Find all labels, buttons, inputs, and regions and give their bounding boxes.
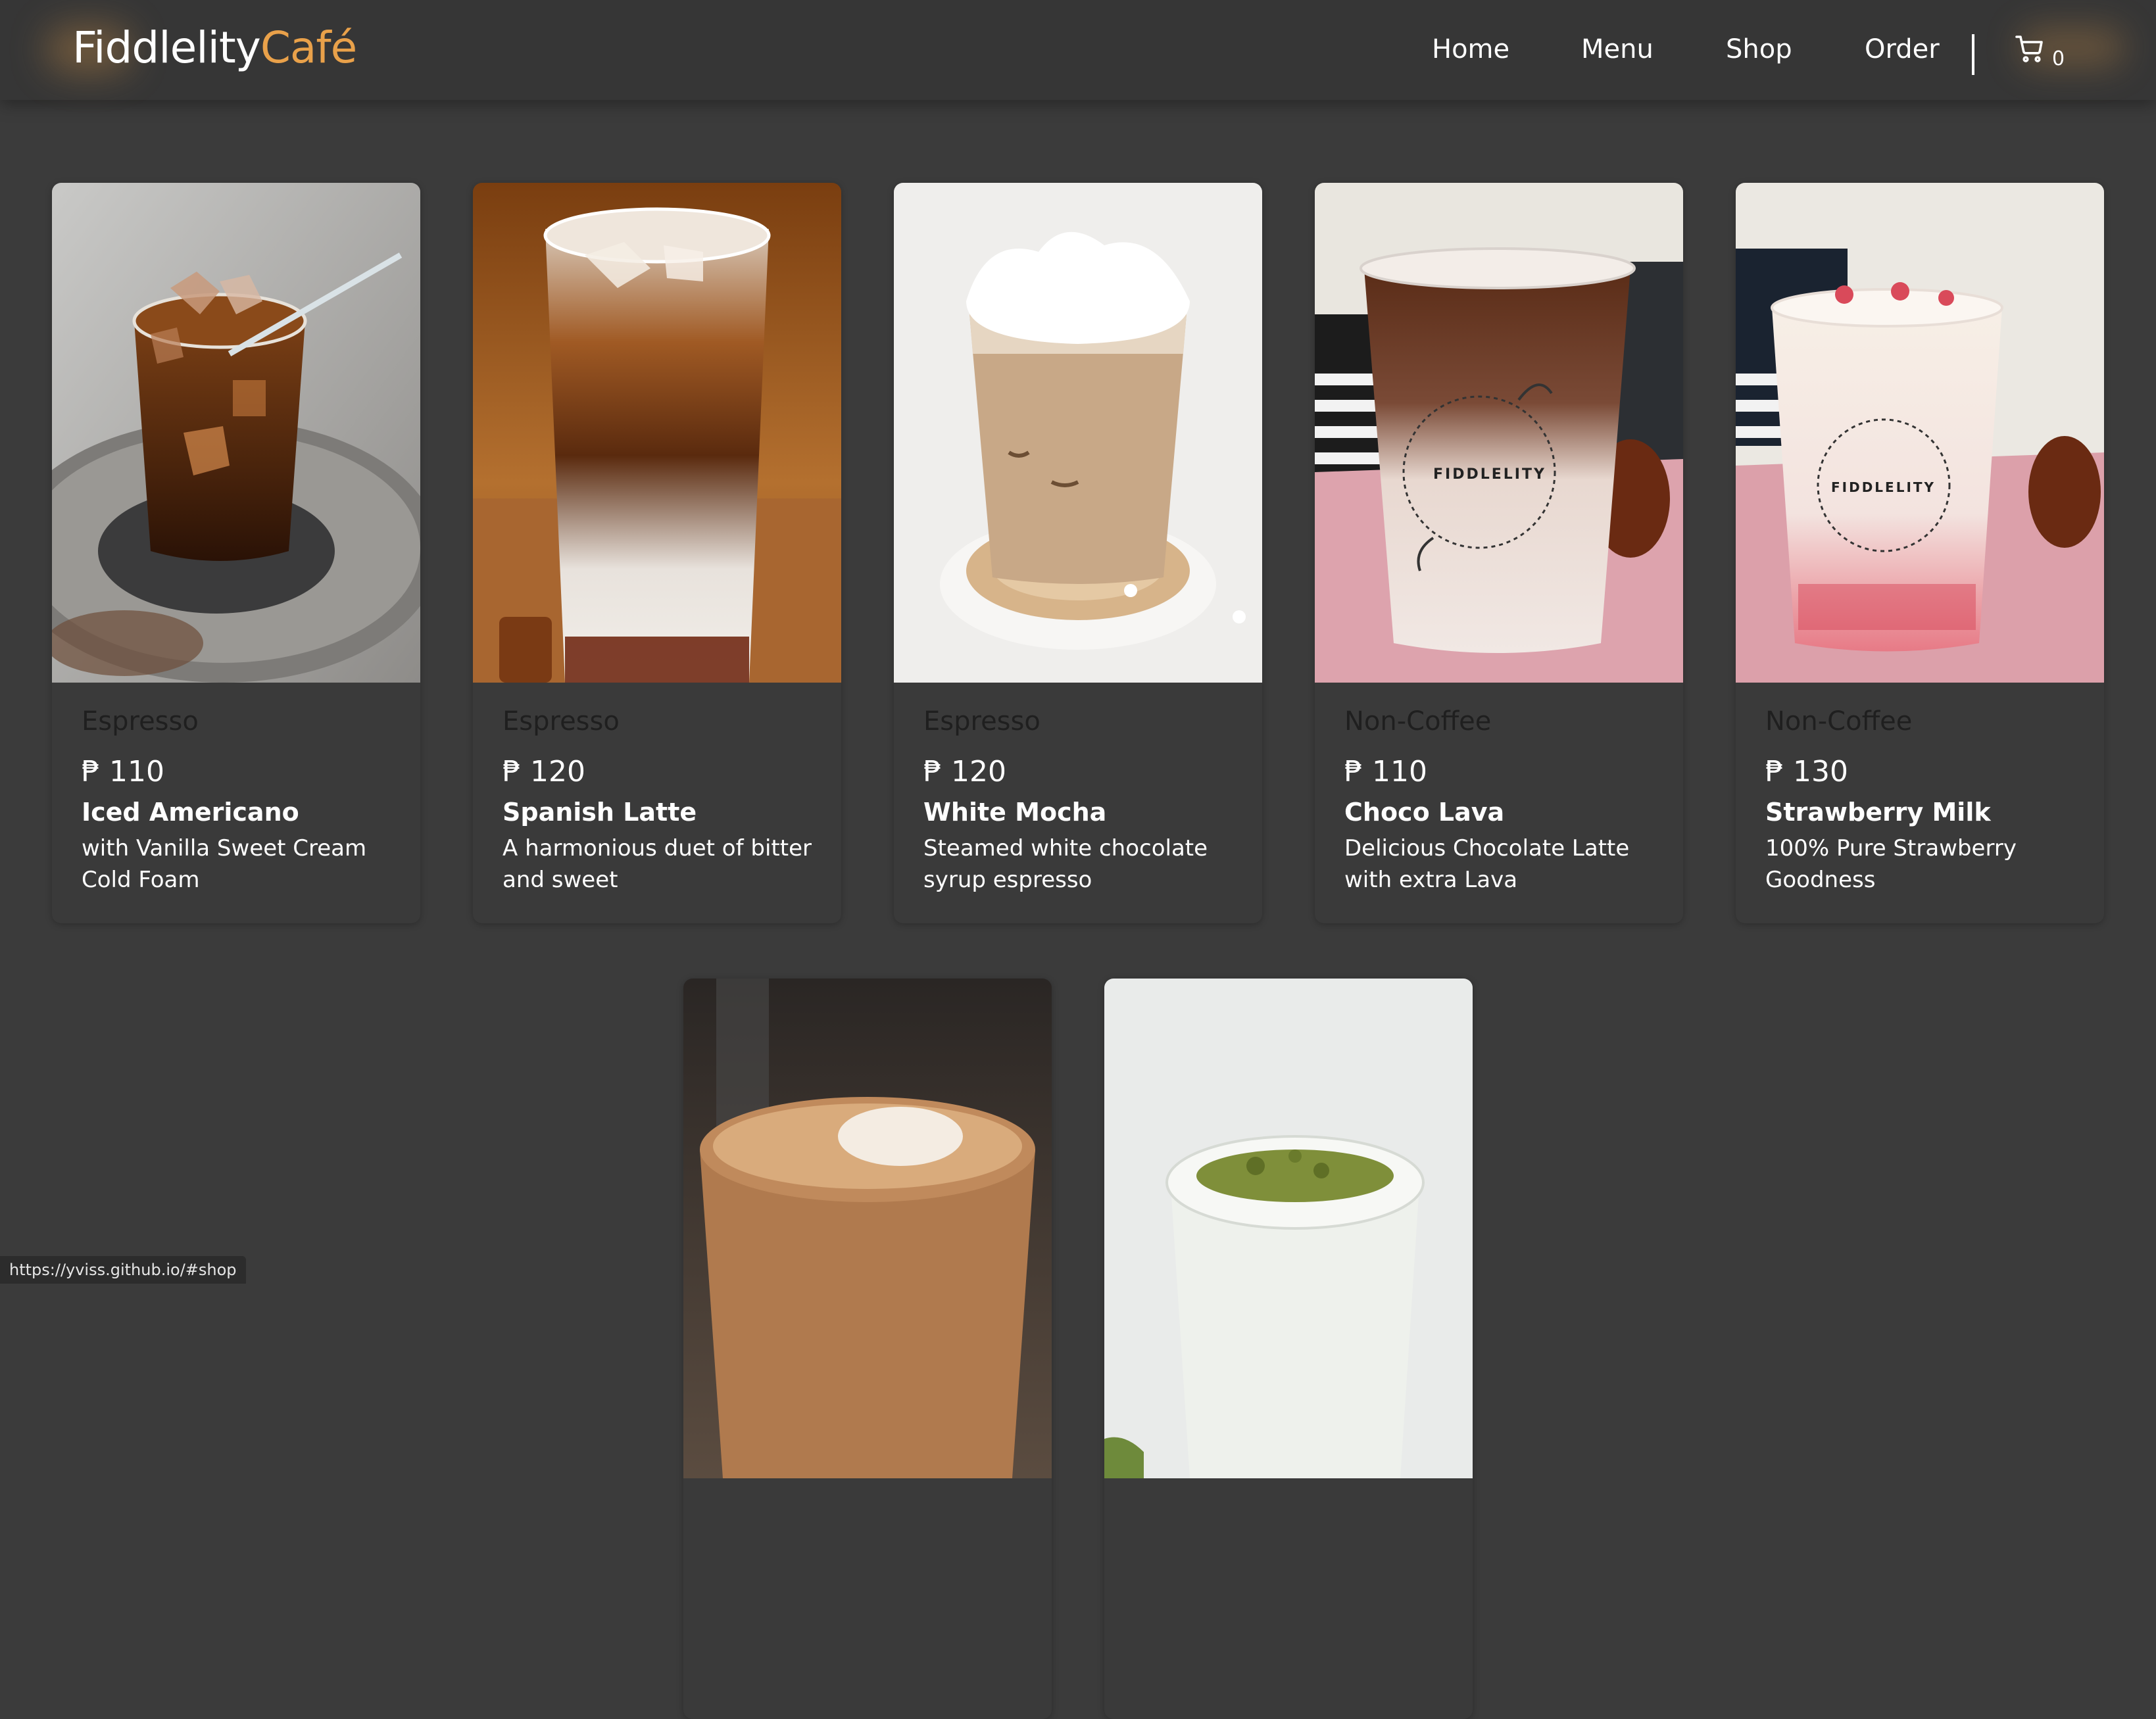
product-description: 100% Pure Strawberry Goodness xyxy=(1765,835,2017,893)
product-description: Steamed white chocolate syrup espresso xyxy=(923,835,1208,893)
cart-count: 0 xyxy=(2052,47,2065,70)
product-info: Espresso ₱ 110 Iced Americano with Vanil… xyxy=(52,683,420,923)
product-info: Espresso ₱ 120 White Mocha Steamed white… xyxy=(894,683,1262,923)
product-price: ₱ 120 xyxy=(502,755,585,788)
product-photo-spanish-latte xyxy=(473,183,841,683)
cup-logo-text: FIDDLELITY xyxy=(1433,466,1546,483)
product-category: Non-Coffee xyxy=(1765,706,1913,737)
product-info: Non-Coffee ₱ 130 Strawberry Milk 100% Pu… xyxy=(1736,683,2104,923)
product-category: Non-Coffee xyxy=(1344,706,1492,737)
nav-divider xyxy=(1972,34,1974,75)
product-info: Espresso ₱ 120 Spanish Latte A harmoniou… xyxy=(473,683,841,923)
product-card-7[interactable] xyxy=(1104,979,1473,1719)
product-price: ₱ 130 xyxy=(1765,755,1848,788)
product-info xyxy=(1104,1478,1473,1719)
product-info: Non-Coffee ₱ 110 Choco Lava Delicious Ch… xyxy=(1315,683,1683,923)
nav-link-shop[interactable]: Shop xyxy=(1726,34,1792,64)
product-photo-latte xyxy=(683,979,1052,1478)
product-category: Espresso xyxy=(923,706,1041,737)
top-navbar: FiddlelityCafé Home Menu Shop Order 0 xyxy=(0,0,2156,100)
product-card-iced-americano[interactable]: Espresso ₱ 110 Iced Americano with Vanil… xyxy=(52,183,420,923)
product-photo-choco-lava: FIDDLELITY xyxy=(1315,183,1683,683)
nav-link-menu[interactable]: Menu xyxy=(1581,34,1654,64)
nav-link-home[interactable]: Home xyxy=(1432,34,1509,64)
product-name: Strawberry Milk xyxy=(1765,798,1991,827)
product-category: Espresso xyxy=(502,706,620,737)
product-name: Spanish Latte xyxy=(502,798,697,827)
browser-status-url: https://yviss.github.io/#shop xyxy=(0,1256,246,1284)
product-info xyxy=(683,1478,1052,1719)
product-card-choco-lava[interactable]: FIDDLELITY Non-Coffee ₱ 110 Choco Lava D… xyxy=(1315,183,1683,923)
product-price: ₱ 110 xyxy=(1344,755,1427,788)
cup-logo-text: FIDDLELITY xyxy=(1831,479,1936,495)
product-name: White Mocha xyxy=(923,798,1107,827)
product-card-strawberry-milk[interactable]: FIDDLELITY Non-Coffee ₱ 130 Strawberry M… xyxy=(1736,183,2104,923)
product-photo-iced-americano xyxy=(52,183,420,683)
product-price: ₱ 110 xyxy=(82,755,164,788)
product-card-6[interactable] xyxy=(683,979,1052,1719)
product-name: Choco Lava xyxy=(1344,798,1505,827)
product-description: with Vanilla Sweet Cream Cold Foam xyxy=(82,835,367,893)
product-name: Iced Americano xyxy=(82,798,299,827)
nav-link-order[interactable]: Order xyxy=(1865,34,1940,64)
product-card-white-mocha[interactable]: Espresso ₱ 120 White Mocha Steamed white… xyxy=(894,183,1262,923)
product-price: ₱ 120 xyxy=(923,755,1006,788)
cart-icon xyxy=(2015,36,2043,62)
product-photo-strawberry-milk: FIDDLELITY xyxy=(1736,183,2104,683)
product-photo-white-mocha xyxy=(894,183,1262,683)
nav-links: Home Menu Shop Order xyxy=(0,34,2156,74)
product-photo-matcha xyxy=(1104,979,1473,1478)
product-category: Espresso xyxy=(82,706,199,737)
product-description: Delicious Chocolate Latte with extra Lav… xyxy=(1344,835,1630,893)
product-description: A harmonious duet of bitter and sweet xyxy=(502,835,812,893)
product-card-spanish-latte[interactable]: Espresso ₱ 120 Spanish Latte A harmoniou… xyxy=(473,183,841,923)
